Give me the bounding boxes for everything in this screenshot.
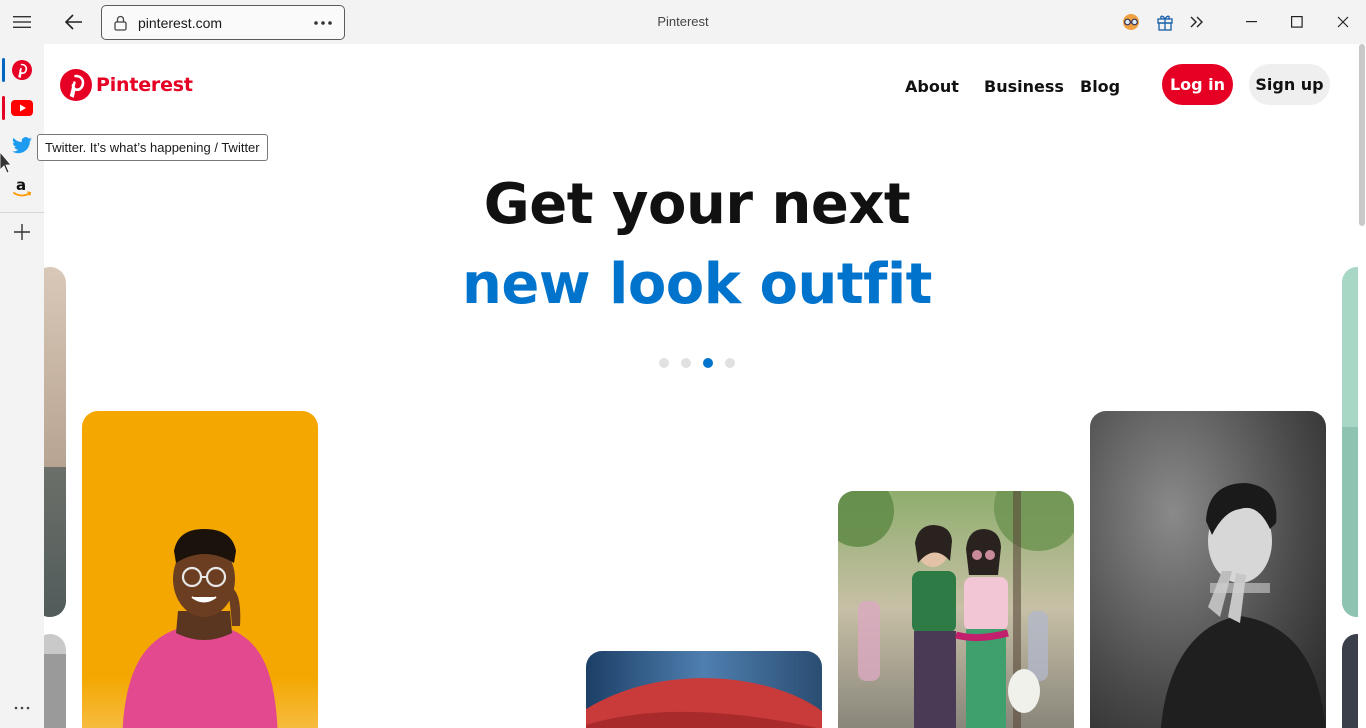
scrollbar-thumb[interactable]: [1359, 44, 1365, 226]
address-text: pinterest.com: [138, 15, 223, 31]
pin-image-right-edge[interactable]: [1342, 267, 1358, 617]
more-horizontal-icon: [14, 706, 30, 710]
mouse-cursor-icon: [0, 152, 12, 174]
brand-name: Pinterest: [96, 74, 193, 96]
pin-image-right-edge-2[interactable]: [1342, 634, 1358, 728]
reading-glasses-icon: [1123, 14, 1139, 30]
signup-button[interactable]: Sign up: [1249, 64, 1330, 105]
pin-image-left-edge-2[interactable]: [44, 634, 66, 728]
carousel-dot[interactable]: [659, 358, 669, 368]
carousel-dot[interactable]: [725, 358, 735, 368]
nav-blog[interactable]: Blog: [1080, 77, 1120, 96]
lock-icon: [114, 15, 127, 31]
active-indicator: [2, 58, 5, 82]
pin-image-red-object[interactable]: [586, 651, 822, 728]
active-indicator: [2, 96, 5, 120]
pinterest-logo[interactable]: Pinterest: [60, 69, 193, 101]
hamburger-icon: [13, 16, 31, 28]
sidebar-more-button[interactable]: [0, 690, 44, 726]
arrow-left-icon: [65, 14, 82, 30]
youtube-icon: [11, 100, 33, 116]
svg-text:a: a: [16, 177, 26, 194]
tab-title: Pinterest: [657, 14, 709, 29]
close-icon: [1337, 16, 1349, 28]
hero-subheadline: new look outfit: [462, 252, 932, 317]
tooltip-twitter: Twitter. It’s what’s happening / Twitter: [37, 134, 268, 161]
carousel-dot[interactable]: [681, 358, 691, 368]
twitter-icon: [12, 137, 32, 154]
pin-image-street-fashion[interactable]: [838, 491, 1074, 728]
address-bar[interactable]: pinterest.com: [101, 5, 345, 40]
sidebar-item-pinterest[interactable]: [0, 52, 44, 88]
amazon-icon: a: [13, 177, 32, 197]
login-button[interactable]: Log in: [1162, 64, 1233, 105]
browser-title-bar: pinterest.com Pinterest: [0, 0, 1366, 44]
chevron-double-right-icon: [1190, 16, 1203, 28]
maximize-icon: [1291, 16, 1303, 28]
close-button[interactable]: [1320, 4, 1366, 40]
pinterest-icon: [12, 60, 32, 80]
add-site-button[interactable]: [0, 214, 44, 250]
sidebar-item-amazon[interactable]: a: [0, 170, 44, 206]
sidebar-menu-button[interactable]: [0, 4, 44, 40]
carousel-dot[interactable]: [703, 358, 713, 368]
hero-headline: Get your next: [483, 172, 911, 237]
pin-image-bw-portrait[interactable]: [1090, 411, 1326, 728]
pinterest-logo-icon: [60, 69, 92, 101]
extension-button[interactable]: [1118, 10, 1144, 34]
back-button[interactable]: [56, 4, 92, 40]
minimize-icon: [1245, 21, 1257, 23]
gift-icon: [1157, 15, 1173, 31]
overflow-button[interactable]: [1184, 10, 1210, 34]
plus-icon: [14, 224, 30, 240]
nav-business[interactable]: Business: [984, 77, 1064, 96]
sidebar-item-youtube[interactable]: [0, 90, 44, 126]
nav-about[interactable]: About: [905, 77, 959, 96]
maximize-button[interactable]: [1274, 4, 1320, 40]
pin-image-glasses-man[interactable]: [82, 411, 318, 728]
more-horizontal-icon: [314, 21, 332, 25]
minimize-button[interactable]: [1228, 4, 1274, 40]
pin-image-left-edge[interactable]: [44, 267, 66, 617]
sidebar-divider: [0, 212, 44, 213]
rewards-button[interactable]: [1152, 10, 1178, 34]
more-options-button[interactable]: [308, 10, 338, 36]
